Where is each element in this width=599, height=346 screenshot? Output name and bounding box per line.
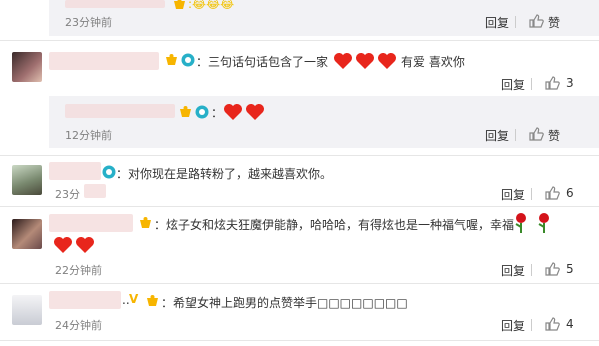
like-link[interactable]: 赞 [548,127,560,144]
comment-time: 23分钟前 [65,16,112,29]
reply-link[interactable]: 回复 [501,317,525,334]
avatar[interactable] [12,165,42,195]
thumbs-up-icon[interactable] [545,76,560,90]
heart-icon [356,53,374,69]
vip-badge-icon [147,295,158,306]
camera-badge-icon [102,165,116,179]
comment-text: ：炫子女和炫夫狂魔伊能静，哈哈哈，有得炫也是一种福气喔，幸福 [154,218,515,232]
username-blurred[interactable] [49,291,121,309]
vip-badge-icon [180,106,191,117]
camera-badge-icon [195,105,209,119]
thumbs-up-icon[interactable] [545,186,560,200]
username-blurred[interactable] [49,162,101,180]
username-blurred[interactable] [65,104,175,118]
divider [0,206,599,207]
comment-text: ：对你现在是路转粉了，越来越喜欢你。 [116,167,333,181]
rose-icon [538,213,549,233]
comment-time: 12分钟前 [65,129,112,142]
like-count: 3 [566,76,574,90]
username-blurred [65,0,165,8]
divider [531,264,532,276]
reply-link[interactable]: 回复 [485,127,509,144]
thumbs-up-icon[interactable] [529,127,544,141]
v-badge-icon: V [129,292,139,306]
rose-icon [515,213,526,233]
heart-icon [246,104,264,120]
comment-time: 24分钟前 [55,319,102,332]
reply-link[interactable]: 回复 [501,262,525,279]
divider [0,283,599,284]
thumbs-up-icon[interactable] [545,317,560,331]
like-count: 5 [566,262,574,276]
colon: ： [211,106,224,120]
divider [0,340,599,341]
heart-icon [76,237,94,253]
like-count: 4 [566,317,574,331]
thumbs-up-icon[interactable] [545,262,560,276]
like-count: 6 [566,186,574,200]
heart-icon [224,104,242,120]
vip-badge-icon [166,54,177,65]
like-link[interactable]: 赞 [548,14,560,31]
time-blurred [84,184,106,198]
username-blurred[interactable] [49,52,159,70]
heart-icon [54,237,72,253]
camera-badge-icon [181,53,195,67]
divider [531,78,532,90]
avatar[interactable] [12,295,42,325]
comment-text-suffix: 有爱 喜欢你 [401,55,465,69]
comment-text: ：三句话句话包含了一家 [196,55,329,69]
comment-time: 22分钟前 [55,264,102,277]
comment-text: ：希望女神上跑男的点赞举手□□□□□□□□ [161,296,408,310]
avatar[interactable] [12,52,42,82]
emoji-strip: :😂😂😂 [188,0,235,11]
reply-link[interactable]: 回复 [501,186,525,203]
divider [531,188,532,200]
divider [0,155,599,156]
username-blurred[interactable] [49,214,133,232]
reply-link[interactable]: 回复 [501,76,525,93]
vip-badge-icon [174,0,185,9]
vip-badge-icon [140,217,151,228]
divider [531,319,532,331]
divider [515,129,516,141]
avatar[interactable] [12,219,42,249]
reply-link[interactable]: 回复 [485,14,509,31]
thumbs-up-icon[interactable] [529,14,544,28]
comment-time: 23分 [55,188,80,201]
heart-icon [334,53,352,69]
divider [0,40,599,41]
divider [515,16,516,28]
heart-icon [378,53,396,69]
